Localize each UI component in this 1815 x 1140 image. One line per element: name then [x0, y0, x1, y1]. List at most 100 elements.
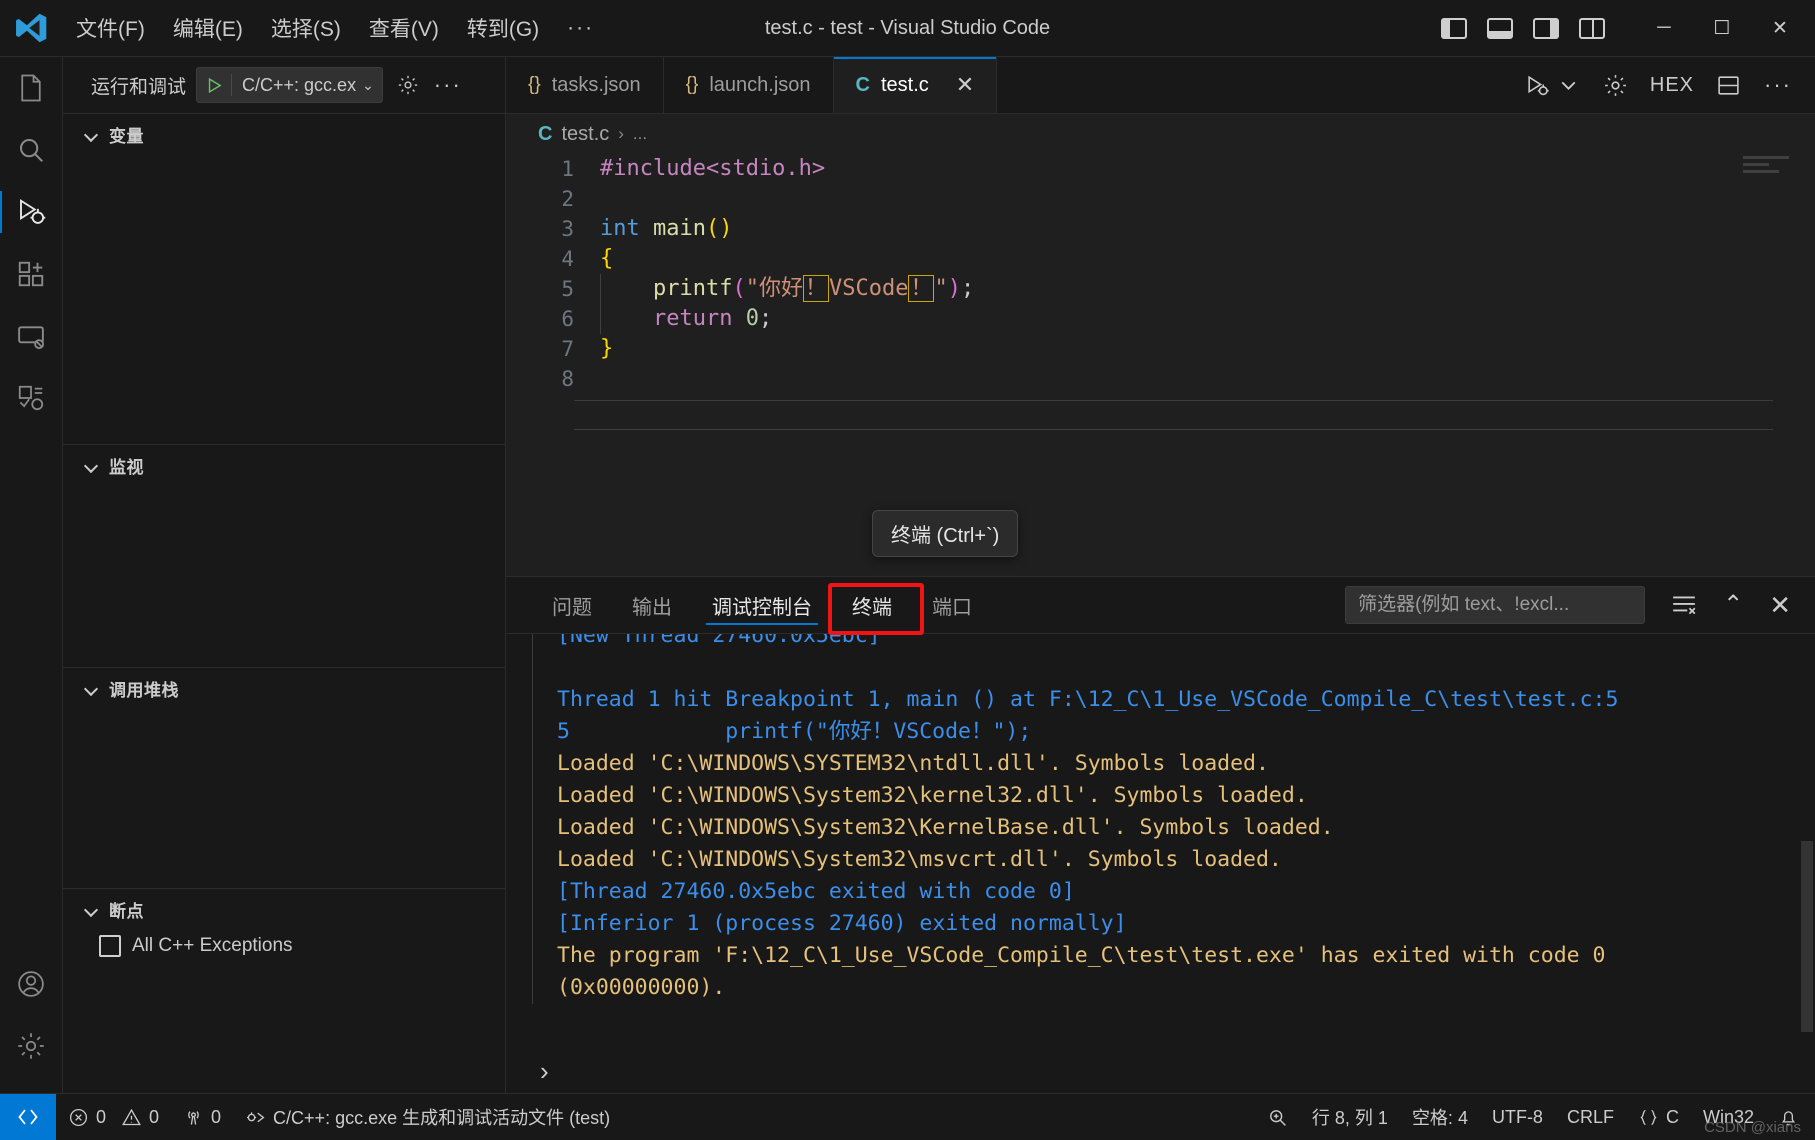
hex-editor-button[interactable]: HEX	[1650, 74, 1694, 97]
activity-manage-gear-icon[interactable]	[0, 1015, 62, 1077]
open-launch-json-gear-icon[interactable]	[393, 70, 423, 100]
breadcrumb-more[interactable]: ...	[633, 124, 647, 144]
menu-selection[interactable]: 选择(S)	[257, 8, 355, 48]
panel-scrollbar[interactable]	[1801, 633, 1813, 1049]
activity-extensions-icon[interactable]	[0, 243, 62, 305]
menu-more-icon[interactable]: ···	[553, 14, 608, 42]
line-text[interactable]: int main()	[600, 214, 732, 244]
code-token: (	[732, 276, 746, 301]
line-number: 4	[561, 247, 574, 271]
panel-tab-2[interactable]: 调试控制台	[692, 577, 832, 633]
status-active-task[interactable]: C/C++: gcc.exe 生成和调试活动文件 (test)	[233, 1094, 622, 1140]
breakpoint-row[interactable]: All C++ Exceptions	[63, 929, 505, 957]
menu-edit[interactable]: 编辑(E)	[159, 8, 257, 48]
status-language-mode[interactable]: C	[1626, 1094, 1691, 1140]
split-editor-icon[interactable]	[1716, 73, 1741, 98]
zoom-icon	[1269, 1109, 1286, 1126]
minimize-button[interactable]: ─	[1635, 0, 1693, 56]
menu-go[interactable]: 转到(G)	[453, 8, 553, 48]
activity-explorer-icon[interactable]	[0, 57, 62, 119]
panel-actions: ⌃ ✕	[1345, 577, 1815, 633]
clear-console-icon[interactable]	[1671, 592, 1697, 618]
breakpoint-checkbox[interactable]	[99, 935, 121, 957]
line-text[interactable]: #include<stdio.h>	[600, 154, 825, 184]
vscode-window: 文件(F) 编辑(E) 选择(S) 查看(V) 转到(G) ··· test.c…	[0, 0, 1815, 1140]
panel-tab-0[interactable]: 问题	[532, 577, 612, 633]
status-zoom[interactable]	[1255, 1094, 1300, 1140]
launch-config-selector[interactable]: C/C++: gcc.ex ⌄	[196, 67, 383, 103]
section-watch-header[interactable]: 监视	[63, 445, 505, 485]
activity-testing-icon[interactable]	[0, 367, 62, 429]
console-input-prompt[interactable]: ›	[540, 1056, 549, 1087]
breadcrumb[interactable]: C test.c › ...	[506, 114, 1815, 154]
filter-input[interactable]	[1345, 586, 1646, 624]
line-number: 7	[561, 337, 574, 361]
code-content[interactable]: 1 #include<stdio.h> 2 3 int main() 4{5 printf…	[506, 154, 1815, 394]
status-cursor-position[interactable]: 行 8, 列 1	[1300, 1094, 1400, 1140]
maximize-button[interactable]: ☐	[1693, 0, 1751, 56]
toggle-secondary-sidebar-icon[interactable]	[1533, 17, 1559, 39]
panel-tab-4[interactable]: 端口	[912, 577, 992, 633]
chevron-down-icon	[83, 456, 101, 474]
activity-search-icon[interactable]	[0, 119, 62, 181]
ambiguous-char-highlight: ！	[802, 275, 829, 302]
section-variables-header[interactable]: 变量	[63, 114, 505, 154]
sidebar-title: 运行和调试	[91, 76, 187, 98]
remote-window-button[interactable]	[0, 1094, 56, 1140]
maximize-panel-icon[interactable]: ⌃	[1723, 593, 1743, 617]
close-icon[interactable]: ✕	[956, 74, 974, 96]
panel-tab-3[interactable]: 终端	[832, 577, 912, 633]
section-variables: 变量	[63, 113, 505, 444]
status-encoding[interactable]: UTF-8	[1480, 1094, 1555, 1140]
console-line: Loaded 'C:\WINDOWS\System32\msvcrt.dll'.…	[557, 847, 1282, 872]
console-line: Loaded 'C:\WINDOWS\System32\kernel32.dll…	[557, 783, 1308, 808]
line-number: 6	[561, 307, 574, 331]
line-text[interactable]: }	[600, 334, 613, 364]
tab-tasks-json[interactable]: {} tasks.json	[506, 57, 664, 113]
status-eol[interactable]: CRLF	[1555, 1094, 1626, 1140]
chevron-down-icon[interactable]: ⌄	[360, 77, 382, 94]
panel-tab-1[interactable]: 输出	[612, 577, 692, 633]
status-problems[interactable]: 0 0	[56, 1094, 171, 1140]
debug-console-output[interactable]: [New Thread 27460.0x5ebc] Thread 1 hit B…	[506, 633, 1815, 1093]
code-token: 0	[745, 306, 759, 331]
toggle-panel-icon[interactable]	[1487, 17, 1513, 39]
terminal-tooltip: 终端 (Ctrl+`)	[872, 510, 1019, 557]
activity-accounts-icon[interactable]	[0, 953, 62, 1015]
start-debugging-icon[interactable]	[197, 77, 231, 94]
tab-launch-json[interactable]: {} launch.json	[663, 57, 834, 113]
scrollbar-thumb[interactable]	[1801, 841, 1813, 1033]
text-editor[interactable]: C test.c › ... 1 #include<stdio.h> 2 3 int m…	[506, 114, 1815, 576]
close-panel-icon[interactable]: ✕	[1769, 592, 1791, 618]
chevron-down-icon[interactable]	[1556, 73, 1581, 98]
run-or-debug-icon[interactable]	[1525, 73, 1550, 98]
breadcrumb-file[interactable]: test.c	[561, 123, 609, 146]
code-token: }	[600, 336, 614, 361]
close-button[interactable]: ✕	[1751, 0, 1809, 56]
editor-more-actions-icon[interactable]: ···	[1763, 70, 1793, 100]
toggle-primary-sidebar-icon[interactable]	[1441, 17, 1467, 39]
line-text[interactable]: printf("你好！VSCode！");	[600, 274, 974, 304]
customize-layout-icon[interactable]	[1579, 17, 1605, 39]
code-line: 3 int main()	[506, 214, 1815, 244]
activity-run-and-debug-icon[interactable]	[0, 181, 62, 243]
menu-file[interactable]: 文件(F)	[62, 8, 159, 48]
activity-remote-explorer-icon[interactable]	[0, 305, 62, 367]
debug-views-more-icon[interactable]: ···	[433, 70, 463, 100]
line-text[interactable]: {	[600, 244, 613, 274]
status-indentation[interactable]: 空格: 4	[1400, 1094, 1480, 1140]
section-breakpoints-header[interactable]: 断点	[63, 889, 505, 929]
menu-view[interactable]: 查看(V)	[355, 8, 453, 48]
section-watch-title: 监视	[109, 457, 144, 477]
tooltip-text: 终端 (Ctrl+`)	[891, 525, 1000, 547]
settings-gear-icon[interactable]	[1603, 73, 1628, 98]
line-text[interactable]: return 0;	[600, 304, 772, 334]
tab-test-c[interactable]: C test.c ✕	[833, 57, 998, 113]
status-ports[interactable]: 0	[171, 1094, 233, 1140]
chevron-right-icon: ›	[618, 124, 624, 143]
line-number: 5	[561, 277, 574, 301]
section-call-stack-header[interactable]: 调用堆栈	[63, 668, 505, 708]
line-number: 8	[561, 367, 574, 391]
